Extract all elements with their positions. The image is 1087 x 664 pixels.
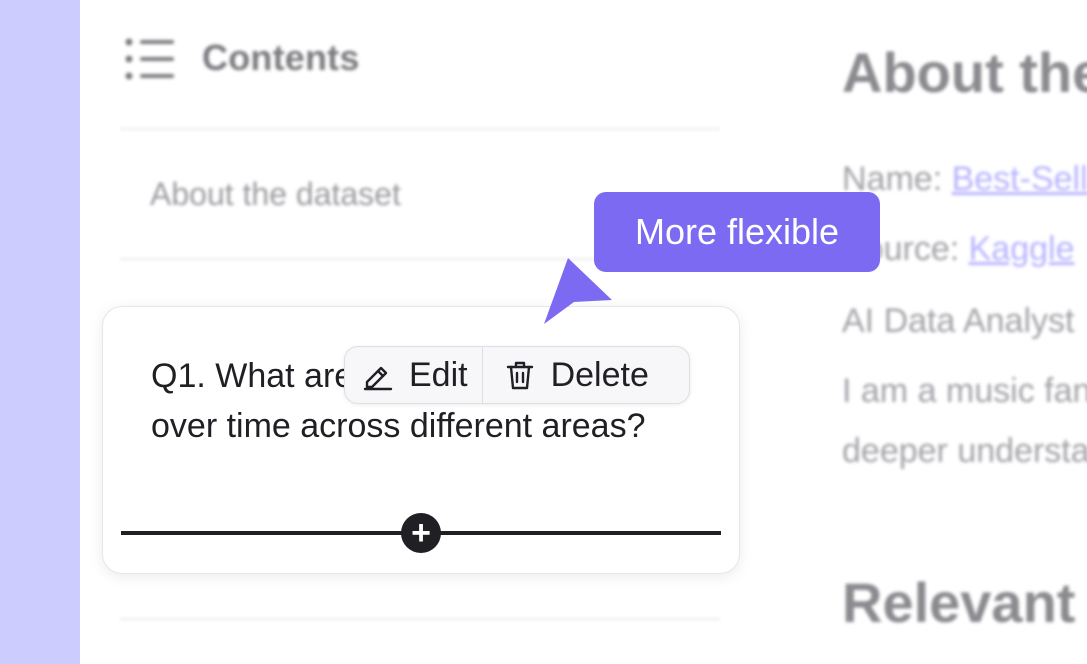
edit-button[interactable]: Edit	[345, 347, 482, 403]
toc-header: Contents	[124, 34, 360, 82]
plus-icon: +	[411, 514, 431, 552]
toc-divider	[120, 618, 720, 620]
trash-icon	[506, 361, 533, 390]
toc-title: Contents	[202, 37, 360, 78]
toc-divider	[120, 128, 720, 130]
edit-label: Edit	[409, 355, 468, 394]
app-window: Contents About the dataset About the dat…	[80, 0, 1087, 664]
article: About the dataset Name: Best-Selling Mus…	[842, 40, 1087, 634]
cursor-arrow-icon	[544, 258, 612, 324]
pencil-icon	[363, 366, 393, 391]
insert-block-button[interactable]: +	[401, 513, 441, 553]
side-accent-strip	[0, 0, 80, 664]
delete-button[interactable]: Delete	[481, 347, 663, 403]
meta-name-link[interactable]: Best-Selling Music Artists	[952, 160, 1087, 198]
meta-tool: AI Data Analyst	[842, 302, 1075, 340]
list-icon	[125, 38, 174, 80]
article-heading: About the dataset	[842, 41, 1087, 104]
callout-bubble: More flexible	[594, 192, 880, 272]
meta-name: Name: Best-Selling Music Artists	[842, 160, 1087, 199]
meta-source-link[interactable]: Kaggle	[969, 230, 1075, 268]
delete-label: Delete	[550, 355, 649, 394]
block-toolbar: Edit Delete	[344, 346, 690, 404]
toc-item-about-dataset[interactable]: About the dataset	[150, 176, 401, 213]
article-subheading: Relevant questions	[842, 571, 1087, 634]
article-paragraph-line: deeper understanding of	[842, 432, 1087, 470]
article-paragraph-line: I am a music fan and want a	[842, 372, 1087, 410]
